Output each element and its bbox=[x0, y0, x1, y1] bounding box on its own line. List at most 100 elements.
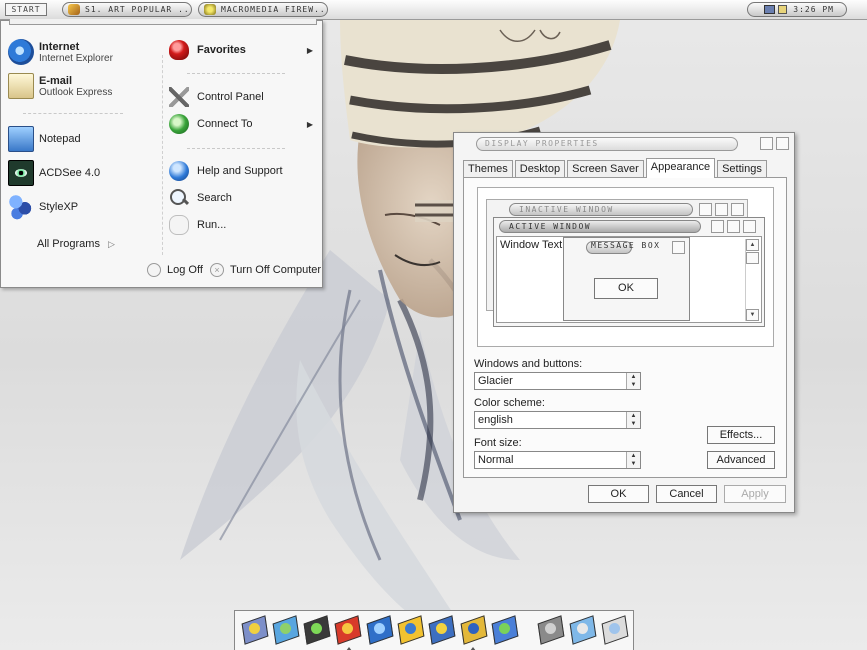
start-item-label: Control Panel bbox=[197, 91, 264, 103]
dropdown-spinner-icon: ▲ ▼ bbox=[626, 412, 640, 428]
start-item-internet[interactable]: Internet Internet Explorer bbox=[8, 39, 113, 65]
start-item-help-support[interactable]: Help and Support bbox=[169, 158, 319, 184]
task-label: S1. ART POPULAR ... bbox=[85, 5, 192, 14]
start-item-favorites[interactable]: Favorites ▶ bbox=[169, 37, 319, 63]
start-item-stylexp[interactable]: StyleXP bbox=[8, 194, 78, 220]
font-size-label: Font size: bbox=[474, 437, 522, 449]
start-item-email[interactable]: E-mail Outlook Express bbox=[8, 73, 112, 99]
dock-icon-5[interactable] bbox=[366, 616, 394, 644]
start-item-label: Connect To bbox=[197, 118, 253, 130]
start-menu-column-divider bbox=[162, 55, 163, 255]
turn-off-icon: × bbox=[210, 263, 224, 277]
start-item-label: Favorites bbox=[197, 44, 246, 56]
dock-icon-7[interactable] bbox=[428, 616, 456, 644]
start-item-label: StyleXP bbox=[39, 201, 79, 213]
start-item-label: Help and Support bbox=[197, 165, 283, 177]
outlook-express-icon bbox=[8, 73, 34, 99]
start-button[interactable]: START bbox=[5, 3, 47, 16]
help-button[interactable] bbox=[760, 137, 773, 150]
dock-icon-12[interactable] bbox=[601, 616, 629, 644]
start-item-text: E-mail Outlook Express bbox=[39, 75, 112, 98]
start-item-control-panel[interactable]: Control Panel bbox=[169, 84, 319, 110]
font-size-select[interactable]: Normal ▲ ▼ bbox=[474, 451, 641, 469]
network-tray-icon[interactable] bbox=[764, 5, 775, 14]
taskbar-task-art-popular[interactable]: S1. ART POPULAR ... bbox=[62, 2, 192, 17]
notepad-icon bbox=[8, 126, 34, 152]
dock-icon-3[interactable] bbox=[303, 616, 331, 644]
tab-settings[interactable]: Settings bbox=[717, 160, 767, 178]
preview-message-box-title: MESSAGE BOX bbox=[591, 241, 661, 250]
start-menu-separator bbox=[23, 113, 123, 114]
tab-appearance[interactable]: Appearance bbox=[645, 158, 716, 178]
tab-desktop[interactable]: Desktop bbox=[514, 160, 566, 178]
tab-screen-saver[interactable]: Screen Saver bbox=[567, 160, 644, 178]
preview-maximize-button bbox=[715, 203, 728, 216]
start-item-search[interactable]: Search bbox=[169, 185, 319, 211]
windows-buttons-label: Windows and buttons: bbox=[474, 358, 583, 370]
preview-active-window: ACTIVE WINDOW Window Text MESSAGE BOX OK… bbox=[493, 217, 765, 327]
start-item-subtitle: Internet Explorer bbox=[39, 52, 113, 64]
submenu-arrow-icon: ▶ bbox=[306, 119, 313, 129]
all-programs-label: All Programs bbox=[37, 238, 100, 250]
tab-themes[interactable]: Themes bbox=[463, 160, 513, 178]
dock-icon-11[interactable] bbox=[569, 616, 597, 644]
close-button[interactable] bbox=[776, 137, 789, 150]
browser-task-icon bbox=[68, 4, 80, 15]
dock-icon-4[interactable] bbox=[334, 616, 362, 644]
start-item-connect-to[interactable]: Connect To ▶ bbox=[169, 111, 319, 137]
system-tray: 3:26 PM bbox=[747, 2, 847, 17]
all-programs-button[interactable]: All Programs ▷ bbox=[37, 238, 115, 250]
log-off-button[interactable]: Log Off bbox=[147, 263, 203, 277]
submenu-arrow-icon: ▶ bbox=[306, 45, 313, 55]
fireworks-task-icon bbox=[204, 4, 216, 15]
ok-button[interactable]: OK bbox=[588, 485, 649, 503]
dropdown-spinner-icon: ▲ ▼ bbox=[626, 452, 640, 468]
dock-icon-10[interactable] bbox=[537, 616, 565, 644]
turn-off-button[interactable]: × Turn Off Computer bbox=[210, 263, 321, 277]
dock-icon-6[interactable] bbox=[397, 616, 425, 644]
preview-inactive-title: INACTIVE WINDOW bbox=[509, 203, 693, 216]
preview-active-title: ACTIVE WINDOW bbox=[499, 220, 701, 233]
start-item-notepad[interactable]: Notepad bbox=[8, 126, 81, 152]
apply-button[interactable]: Apply bbox=[724, 485, 786, 503]
preview-ok-button: OK bbox=[594, 278, 658, 299]
arrow-right-icon: ▷ bbox=[107, 238, 115, 249]
tab-strip: Themes Desktop Screen Saver Appearance S… bbox=[463, 158, 769, 178]
advanced-button[interactable]: Advanced bbox=[707, 451, 775, 469]
acdsee-icon bbox=[8, 160, 34, 186]
cancel-button[interactable]: Cancel bbox=[656, 485, 717, 503]
preview-close-button bbox=[731, 203, 744, 216]
task-label: MACROMEDIA FIREW... bbox=[221, 5, 328, 14]
preview-window-text: Window Text bbox=[500, 239, 563, 251]
preview-close-button bbox=[672, 241, 685, 254]
preview-close-button bbox=[743, 220, 756, 233]
internet-explorer-icon bbox=[8, 39, 34, 65]
log-off-icon bbox=[147, 263, 161, 277]
dock-icon-8[interactable] bbox=[460, 616, 488, 644]
start-item-text: Internet Internet Explorer bbox=[39, 41, 113, 64]
volume-tray-icon[interactable] bbox=[778, 5, 787, 14]
appearance-panel: INACTIVE WINDOW ACTIVE WINDOW Window Tex… bbox=[463, 177, 787, 478]
preview-scrollbar: ▲ ▼ bbox=[745, 239, 759, 321]
control-panel-icon bbox=[169, 87, 189, 107]
dock-bar bbox=[234, 610, 634, 650]
window-title[interactable]: DISPLAY PROPERTIES bbox=[476, 137, 738, 151]
start-item-acdsee[interactable]: ACDSee 4.0 bbox=[8, 160, 100, 186]
start-item-title: Internet bbox=[39, 40, 80, 53]
start-item-run[interactable]: Run... bbox=[169, 212, 319, 238]
preview-message-box: MESSAGE BOX OK bbox=[563, 237, 690, 321]
scroll-down-icon: ▼ bbox=[746, 309, 759, 321]
start-menu-separator bbox=[187, 148, 285, 149]
effects-button[interactable]: Effects... bbox=[707, 426, 775, 444]
dock-icon-2[interactable] bbox=[272, 616, 300, 644]
taskbar-task-macromedia-fireworks[interactable]: MACROMEDIA FIREW... bbox=[198, 2, 328, 17]
start-menu: Internet Internet Explorer E-mail Outloo… bbox=[0, 19, 323, 288]
connect-to-icon bbox=[169, 114, 189, 134]
clock[interactable]: 3:26 PM bbox=[793, 3, 834, 16]
dock-icon-1[interactable] bbox=[241, 616, 269, 644]
start-menu-separator bbox=[187, 73, 285, 74]
color-scheme-value: english bbox=[478, 414, 513, 426]
color-scheme-select[interactable]: english ▲ ▼ bbox=[474, 411, 641, 429]
dock-icon-9[interactable] bbox=[491, 616, 519, 644]
windows-buttons-select[interactable]: Glacier ▲ ▼ bbox=[474, 372, 641, 390]
